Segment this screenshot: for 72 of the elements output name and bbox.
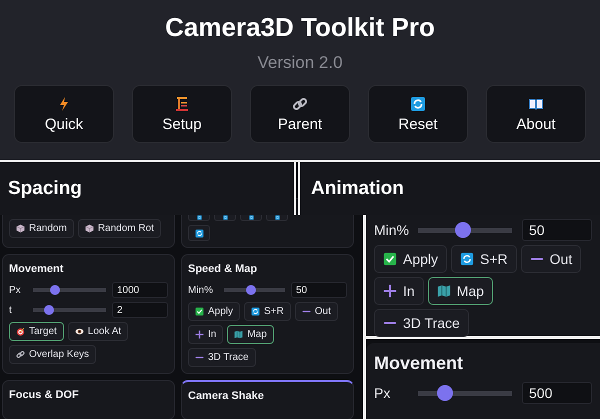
icon-button[interactable]	[266, 215, 288, 221]
refresh-icon	[246, 215, 256, 220]
value-field[interactable]: 50	[522, 219, 592, 241]
toggle-button[interactable]: Out	[520, 245, 582, 273]
card-title: Movement	[9, 263, 64, 275]
link-icon	[16, 350, 25, 359]
refresh-icon	[251, 307, 260, 316]
refresh-icon	[460, 252, 474, 266]
slider-label: Px	[374, 385, 392, 401]
slider-label: Min%	[374, 222, 408, 238]
map-icon	[436, 284, 451, 298]
toggle-button[interactable]: Overlap Keys	[9, 345, 96, 364]
refresh-icon	[194, 228, 204, 238]
toggle-button[interactable]: In	[188, 325, 224, 344]
toggle-button[interactable]: Out	[294, 302, 338, 321]
icon-button[interactable]	[214, 215, 236, 221]
card-title: Speed & Map	[188, 263, 258, 275]
random-button[interactable]: Random	[9, 219, 74, 238]
card-title: Focus & DOF	[9, 389, 80, 401]
nav-button[interactable]: Quick	[14, 85, 114, 143]
section-title: Animation	[311, 178, 404, 200]
plus-icon	[383, 284, 397, 298]
slider-thumb[interactable]	[246, 285, 256, 295]
value-field[interactable]: 2	[112, 302, 168, 318]
refresh-icon	[220, 215, 230, 220]
icon-button[interactable]	[188, 215, 210, 221]
toggle-button[interactable]: Target	[9, 322, 64, 341]
target-icon	[16, 327, 25, 336]
dice-icon	[16, 224, 25, 233]
toggle-button[interactable]: Map	[227, 325, 274, 344]
random-button[interactable]: Random Rot	[78, 219, 161, 238]
frame-icon	[174, 96, 190, 112]
toggle-button[interactable]: Apply	[374, 245, 448, 273]
refresh-icon	[272, 215, 282, 220]
slider-thumb[interactable]	[437, 385, 454, 401]
value-field[interactable]: 500	[522, 382, 592, 404]
slider-thumb[interactable]	[44, 305, 54, 315]
toggle-button[interactable]: S+R	[244, 302, 291, 321]
toggle-button[interactable]: S+R	[451, 245, 517, 273]
nav-button[interactable]: Setup	[132, 85, 232, 143]
icon-button[interactable]	[188, 225, 210, 241]
eye-icon	[74, 327, 84, 336]
slider-thumb[interactable]	[455, 222, 472, 238]
value-field[interactable]: 50	[291, 282, 347, 298]
nav-button[interactable]: About	[486, 85, 586, 143]
link-icon	[292, 96, 308, 112]
slider-label: Min%	[188, 284, 214, 296]
refresh-icon	[194, 215, 204, 220]
toggle-button[interactable]: Apply	[188, 302, 240, 321]
dice-icon	[84, 224, 94, 233]
toggle-button[interactable]: In	[374, 277, 424, 305]
slider-label: t	[9, 304, 13, 316]
value-field[interactable]: 1000	[112, 282, 168, 298]
version-label: Version 2.0	[257, 53, 343, 73]
map-icon	[234, 330, 244, 339]
toggle-button[interactable]: 3D Trace	[374, 309, 469, 337]
plus-icon	[195, 330, 204, 339]
section-title: Spacing	[8, 178, 82, 200]
icon-button[interactable]	[240, 215, 262, 221]
nav-button[interactable]: Reset	[368, 85, 468, 143]
card-title: Camera Shake	[188, 390, 265, 402]
refresh-icon	[410, 96, 426, 112]
checkbox-icon	[383, 252, 397, 266]
toggle-button[interactable]: Map	[428, 277, 493, 305]
slider-thumb[interactable]	[50, 285, 60, 295]
checkbox-icon	[195, 307, 204, 316]
toggle-button[interactable]: Look At	[68, 322, 128, 341]
nav-button[interactable]: Parent	[250, 85, 350, 143]
app-title: Camera3D Toolkit Pro	[165, 12, 435, 43]
card-title: Movement	[374, 353, 464, 374]
slider-label: Px	[9, 284, 22, 296]
toggle-button[interactable]: 3D Trace	[188, 348, 256, 367]
